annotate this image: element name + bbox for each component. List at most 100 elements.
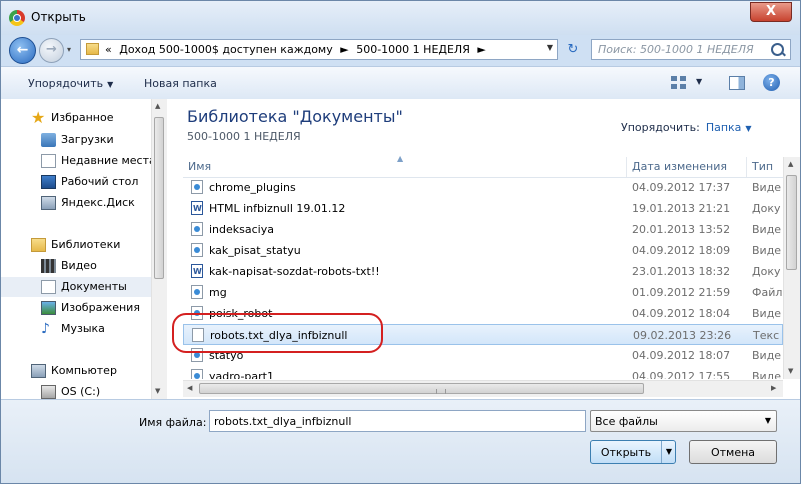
search-input[interactable]: Поиск: 500-1000 1 НЕДЕЛЯ: [591, 39, 791, 60]
open-dropdown-icon[interactable]: ▼: [661, 441, 676, 463]
file-name: HTML infbiznull 19.01.12: [209, 202, 346, 215]
file-list-pane: Библиотека "Документы" 500-1000 1 НЕДЕЛЯ…: [167, 99, 800, 399]
desktop-icon: [41, 175, 56, 189]
file-date: 20.01.2013 13:52: [632, 223, 731, 236]
open-file-dialog: Открыть X ← → ▾ « Доход 500-1000$ доступ…: [0, 0, 801, 484]
sidebar-item-recent-places[interactable]: Недавние места: [1, 151, 156, 171]
file-list-horizontal-scrollbar[interactable]: ◀ ▶: [183, 380, 783, 397]
sidebar-item-music[interactable]: ♪ Музыка: [1, 319, 151, 339]
refresh-icon[interactable]: ↻: [561, 39, 585, 60]
arrange-label: Упорядочить:: [621, 121, 700, 134]
breadcrumb-separator[interactable]: ►: [340, 43, 348, 56]
sidebar-item-libraries[interactable]: Библиотеки: [1, 235, 151, 255]
address-bar[interactable]: « Доход 500-1000$ доступен каждому ► 500…: [80, 39, 558, 60]
file-type: Файл: [752, 286, 783, 299]
text-file-icon: [192, 328, 204, 342]
breadcrumb-segment[interactable]: Доход 500-1000$ доступен каждому: [119, 43, 333, 56]
file-type: Виде: [752, 223, 782, 236]
file-date: 01.09.2012 21:59: [632, 286, 731, 299]
sidebar-item-downloads[interactable]: Загрузки: [1, 130, 151, 150]
view-options-icon[interactable]: [671, 76, 687, 90]
scroll-down-icon[interactable]: ▼: [788, 367, 793, 375]
file-type: Текс: [753, 329, 780, 342]
open-button[interactable]: Открыть ▼: [590, 440, 676, 464]
file-date: 04.09.2012 18:07: [632, 349, 731, 362]
table-row[interactable]: kak_pisat_statyu 04.09.2012 18:09 Виде: [183, 240, 783, 261]
html-file-icon: [191, 285, 203, 299]
yandex-disk-icon: [41, 196, 56, 210]
chevron-down-icon[interactable]: ▼: [745, 124, 751, 133]
scrollbar-thumb[interactable]: [199, 383, 644, 394]
view-dropdown-icon[interactable]: ▼: [696, 77, 702, 86]
breadcrumb-separator[interactable]: ►: [477, 43, 485, 56]
recent-pages-dropdown-icon[interactable]: ▾: [67, 45, 77, 55]
close-button[interactable]: X: [750, 2, 792, 22]
table-row[interactable]: yadro-part1 04.09.2012 17:55 Виде: [183, 366, 783, 379]
file-type: Виде: [752, 307, 782, 320]
drive-icon: [41, 385, 56, 399]
breadcrumb-overflow[interactable]: «: [105, 43, 112, 56]
table-row[interactable]: HTML infbiznull 19.01.12 19.01.2013 21:2…: [183, 198, 783, 219]
html-file-icon: [191, 180, 203, 194]
library-subtitle: 500-1000 1 НЕДЕЛЯ: [187, 130, 301, 143]
column-header-type[interactable]: Тип: [747, 157, 783, 177]
table-row[interactable]: mg 01.09.2012 21:59 Файл: [183, 282, 783, 303]
file-type: Виде: [752, 181, 782, 194]
table-row[interactable]: indeksaciya 20.01.2013 13:52 Виде: [183, 219, 783, 240]
back-button[interactable]: ←: [9, 37, 36, 64]
scroll-left-icon[interactable]: ◀: [187, 384, 192, 392]
cancel-button-label: Отмена: [710, 446, 756, 459]
sidebar-item-label: Недавние места: [61, 154, 156, 167]
help-icon[interactable]: ?: [763, 74, 780, 91]
filename-value: robots.txt_dlya_infbiznull: [214, 415, 352, 428]
file-name: indeksaciya: [209, 223, 274, 236]
scrollbar-thumb[interactable]: [154, 117, 164, 279]
arrange-value-link[interactable]: Папка: [706, 121, 742, 134]
forward-button[interactable]: →: [39, 38, 64, 63]
file-date: 19.01.2013 21:21: [632, 202, 731, 215]
filetype-select[interactable]: Все файлы ▼: [590, 410, 777, 432]
chrome-app-icon: [9, 10, 25, 26]
sidebar-item-pictures[interactable]: Изображения: [1, 298, 151, 318]
sidebar-item-favorites[interactable]: ★ Избранное: [1, 108, 151, 128]
sidebar-item-documents[interactable]: Документы: [1, 277, 151, 297]
title-bar: Открыть X: [1, 1, 800, 35]
star-icon: ★: [31, 108, 46, 127]
sidebar-item-desktop[interactable]: Рабочий стол: [1, 172, 151, 192]
breadcrumb-segment[interactable]: 500-1000 1 НЕДЕЛЯ: [356, 43, 470, 56]
command-toolbar: Упорядочить ▼ Новая папка ▼ ?: [1, 66, 800, 100]
navigation-scrollbar[interactable]: ▲ ▼: [151, 99, 167, 399]
window-title: Открыть: [31, 10, 86, 24]
file-name: robots.txt_dlya_infbiznull: [210, 329, 348, 342]
sidebar-item-video[interactable]: Видео: [1, 256, 151, 276]
breadcrumb: « Доход 500-1000$ доступен каждому ► 500…: [105, 43, 490, 56]
table-row[interactable]: kak-napisat-sozdat-robots-txt!! 23.01.20…: [183, 261, 783, 282]
table-row[interactable]: chrome_plugins 04.09.2012 17:37 Виде: [183, 177, 783, 198]
file-name: yadro-part1: [209, 370, 274, 379]
scroll-right-icon[interactable]: ▶: [771, 384, 776, 392]
html-file-icon: [191, 243, 203, 257]
scroll-up-icon[interactable]: ▲: [788, 160, 793, 168]
file-list-vertical-scrollbar[interactable]: ▲ ▼: [783, 157, 800, 379]
downloads-icon: [41, 133, 56, 147]
table-row[interactable]: statyo 04.09.2012 18:07 Виде: [183, 345, 783, 366]
sidebar-item-yandex-disk[interactable]: Яндекс.Диск: [1, 193, 151, 213]
column-header-name[interactable]: Имя: [183, 157, 627, 177]
scroll-up-icon[interactable]: ▲: [155, 102, 160, 110]
column-header-date[interactable]: Дата изменения: [627, 157, 747, 177]
new-folder-button[interactable]: Новая папка: [144, 77, 217, 90]
table-row-selected[interactable]: robots.txt_dlya_infbiznull 09.02.2013 23…: [183, 324, 783, 345]
preview-pane-icon[interactable]: [729, 76, 745, 90]
cancel-button[interactable]: Отмена: [689, 440, 777, 464]
file-name: mg: [209, 286, 227, 299]
file-date: 04.09.2012 18:09: [632, 244, 731, 257]
filename-input[interactable]: robots.txt_dlya_infbiznull: [209, 410, 586, 432]
scroll-down-icon[interactable]: ▼: [155, 387, 160, 395]
file-type: Виде: [752, 349, 782, 362]
organize-menu-button[interactable]: Упорядочить ▼: [28, 77, 113, 90]
libraries-icon: [31, 238, 46, 252]
table-row[interactable]: poisk_robot 04.09.2012 18:04 Виде: [183, 303, 783, 324]
sidebar-item-computer[interactable]: Компьютер: [1, 361, 151, 381]
address-dropdown-icon[interactable]: ▼: [547, 43, 553, 52]
scrollbar-thumb[interactable]: [786, 175, 797, 270]
